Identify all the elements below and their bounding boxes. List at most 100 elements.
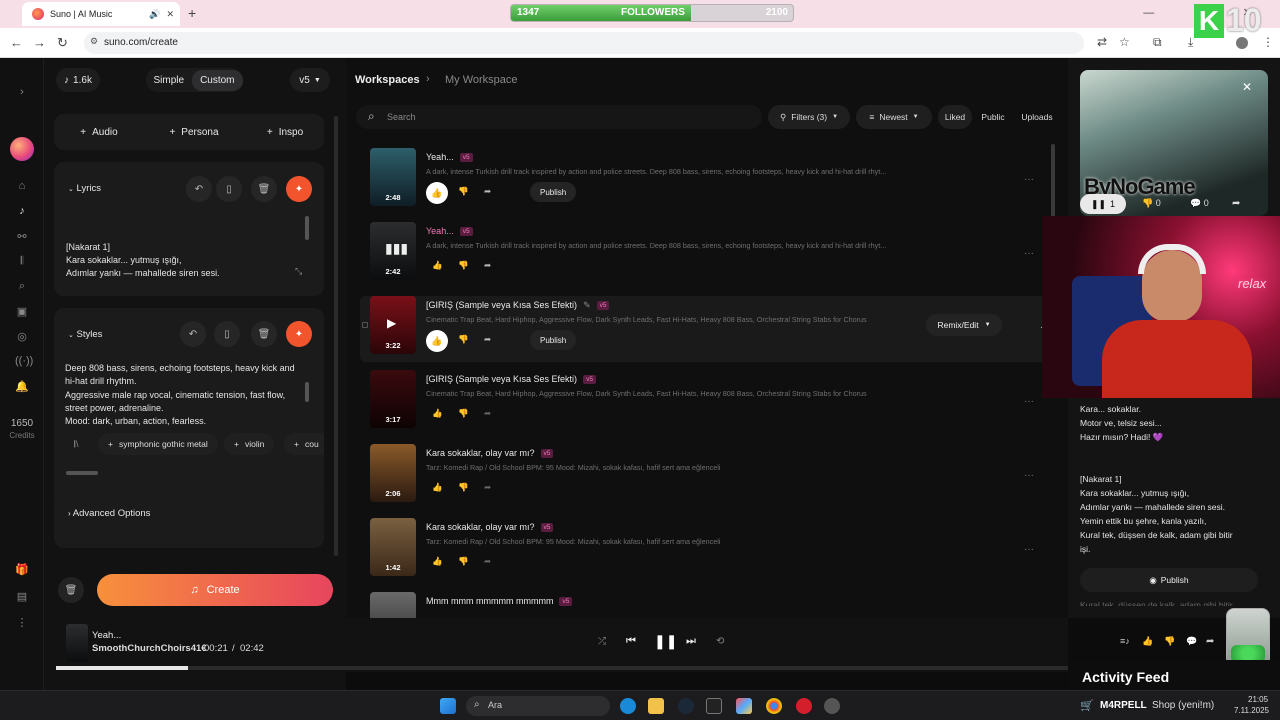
like-icon[interactable]: 👍 bbox=[432, 408, 443, 419]
trash-icon[interactable]: 🗑 bbox=[251, 321, 277, 347]
expand-icon[interactable]: ⤡ bbox=[295, 265, 302, 279]
browser-tab[interactable]: Suno | AI Music 🔊 ✕ bbox=[22, 2, 180, 26]
song-cover[interactable]: 1:42 bbox=[370, 518, 416, 576]
copy-icon[interactable]: ▯ bbox=[214, 321, 240, 347]
more-options-icon[interactable]: ··· bbox=[1018, 246, 1040, 264]
magic-wand-icon[interactable]: ✦ bbox=[286, 321, 312, 347]
extensions-icon[interactable]: ⧉ bbox=[1153, 35, 1162, 50]
taskbar-search[interactable]: ⌕ Ara bbox=[466, 696, 610, 716]
studio-icon[interactable]: ⚯ bbox=[15, 230, 29, 244]
play-icon[interactable]: ▶ bbox=[387, 316, 396, 330]
style-line[interactable]: Aggressive male rap vocal, cinematic ten… bbox=[65, 389, 285, 403]
song-row[interactable]: Mmm mmm mmmmm mmmmm v5 bbox=[370, 592, 1050, 618]
share-icon[interactable]: ➦ bbox=[484, 260, 491, 271]
share-icon[interactable]: ➦ bbox=[484, 186, 491, 197]
chrome-icon[interactable] bbox=[766, 698, 782, 714]
copy-icon[interactable]: ▯ bbox=[216, 176, 242, 202]
explore-icon[interactable]: ◎ bbox=[15, 330, 29, 344]
notifications-bell-icon[interactable]: 🔔 bbox=[15, 380, 29, 394]
more-options-icon[interactable]: ··· bbox=[1018, 468, 1040, 486]
url-field[interactable]: ⚙ suno.com/create bbox=[84, 32, 1084, 54]
create-panel-scrollbar[interactable] bbox=[334, 116, 338, 556]
notes-icon[interactable]: ▤ bbox=[15, 590, 29, 604]
song-row[interactable]: 2:48 Yeah... v5 A dark, intense Turkish d… bbox=[370, 148, 1050, 214]
library-icon[interactable]: 𝄃 bbox=[15, 255, 29, 269]
mode-custom-tab[interactable]: Custom bbox=[192, 69, 243, 91]
create-music-icon[interactable]: ♪ bbox=[15, 205, 29, 219]
undo-icon[interactable]: ↶ bbox=[186, 176, 212, 202]
shuffle-icon[interactable]: ⤮ bbox=[598, 636, 606, 647]
add-audio-button[interactable]: + Audio bbox=[64, 120, 134, 144]
more-options-icon[interactable]: ··· bbox=[1018, 394, 1040, 412]
steam-icon[interactable] bbox=[678, 698, 694, 714]
download-icon[interactable]: ⤓ bbox=[1188, 35, 1193, 50]
windows-start-icon[interactable] bbox=[440, 698, 456, 714]
song-cover[interactable]: 2:06 bbox=[370, 444, 416, 502]
style-line[interactable]: hi-hat drill rhythm. bbox=[65, 375, 137, 389]
share-icon[interactable]: ➦ bbox=[1206, 636, 1214, 647]
opera-icon[interactable] bbox=[796, 698, 812, 714]
mode-simple-tab[interactable]: Simple bbox=[145, 70, 192, 91]
dislike-count[interactable]: 👎 0 bbox=[1142, 198, 1161, 209]
select-checkbox[interactable] bbox=[362, 322, 368, 328]
player-artist[interactable]: SmoothChurchChoirs41€ bbox=[92, 643, 207, 654]
detail-publish-button[interactable]: ◉ Publish bbox=[1080, 568, 1258, 592]
next-icon[interactable]: ⏭ bbox=[686, 635, 696, 648]
dislike-icon[interactable]: 👎 bbox=[458, 482, 469, 493]
epic-games-icon[interactable] bbox=[706, 698, 722, 714]
style-line[interactable]: street power, adrenaline. bbox=[65, 402, 164, 416]
edit-pencil-icon[interactable]: ✎ bbox=[583, 300, 591, 310]
song-title[interactable]: Mmm mmm mmmmm mmmmm v5 bbox=[426, 596, 573, 606]
song-cover[interactable]: ▮▮▮ 2:42 bbox=[370, 222, 416, 280]
more-vertical-icon[interactable]: ⋮ bbox=[15, 616, 29, 630]
previous-icon[interactable]: ⏮ bbox=[626, 635, 636, 648]
home-icon[interactable]: ⌂ bbox=[15, 180, 29, 194]
add-inspo-button[interactable]: + Inspo bbox=[250, 120, 320, 144]
style-tag[interactable]: + violin bbox=[224, 433, 275, 455]
speaker-icon[interactable]: 🔊 bbox=[149, 9, 160, 20]
song-row[interactable]: ▮▮▮ 2:42 Yeah... v5 A dark, intense Turkis… bbox=[370, 222, 1050, 288]
song-row[interactable]: ▶ 3:22 [GIRIŞ (Sample veya Kısa Ses Efekt… bbox=[360, 296, 1060, 362]
player-title[interactable]: Yeah... bbox=[92, 630, 121, 641]
liked-filter[interactable]: Liked bbox=[938, 105, 972, 129]
share-icon[interactable]: ➦ bbox=[484, 556, 491, 567]
song-cover[interactable] bbox=[370, 592, 416, 618]
hooks-icon[interactable]: ▣ bbox=[15, 305, 29, 319]
dislike-icon[interactable]: 👎 bbox=[458, 334, 469, 345]
song-title[interactable]: Kara sokaklar, olay var mı? v5 bbox=[426, 522, 554, 532]
search-icon[interactable]: ⌕ bbox=[15, 280, 29, 294]
dislike-icon[interactable]: 👎 bbox=[458, 556, 469, 567]
queue-icon[interactable]: ≡♪ bbox=[1120, 636, 1130, 646]
uploads-filter[interactable]: Uploads bbox=[1016, 105, 1058, 129]
magic-wand-icon[interactable]: ✦ bbox=[286, 176, 312, 202]
share-icon[interactable]: ➦ bbox=[484, 334, 491, 345]
breadcrumb-workspaces[interactable]: Workspaces bbox=[355, 74, 420, 86]
styles-header[interactable]: ⌄ Styles bbox=[68, 328, 102, 343]
publish-button[interactable]: Publish bbox=[530, 182, 577, 202]
reload-icon[interactable]: ↻ bbox=[57, 35, 68, 51]
bookmark-star-icon[interactable]: ☆ bbox=[1119, 35, 1130, 49]
dislike-icon[interactable]: 👎 bbox=[1164, 636, 1175, 647]
style-tag[interactable]: + symphonic gothic metal bbox=[98, 433, 218, 455]
song-row[interactable]: 3:17 [GIRIŞ (Sample veya Kısa Ses Efekti… bbox=[370, 370, 1050, 436]
song-cover[interactable]: ▶ 3:22 bbox=[370, 296, 416, 354]
like-icon[interactable]: 👍 bbox=[432, 260, 443, 271]
obs-icon[interactable] bbox=[824, 698, 840, 714]
style-line[interactable]: Deep 808 bass, sirens, echoing footsteps… bbox=[65, 362, 295, 376]
more-options-icon[interactable]: ··· bbox=[1018, 172, 1040, 190]
lyrics-header[interactable]: ⌄ Lyrics bbox=[68, 182, 101, 197]
lyrics-line[interactable]: Kara sokaklar... yutmuş ışığı, bbox=[66, 254, 182, 268]
player-cover[interactable] bbox=[66, 624, 88, 662]
share-icon[interactable]: ➦ bbox=[1232, 198, 1240, 209]
expand-sidebar-icon[interactable]: › bbox=[15, 86, 29, 100]
new-tab-button[interactable]: + bbox=[188, 5, 196, 21]
song-row[interactable]: 1:42 Kara sokaklar, olay var mı? v5 Tarz:… bbox=[370, 518, 1050, 584]
song-cover[interactable]: 2:48 bbox=[370, 148, 416, 206]
lyrics-line[interactable]: [Nakarat 1] bbox=[66, 241, 110, 255]
repeat-icon[interactable]: ⟲ bbox=[716, 636, 724, 647]
like-icon[interactable]: 👍 bbox=[432, 482, 443, 493]
sort-button[interactable]: ≡ Newest ▼ bbox=[856, 105, 932, 129]
comment-count[interactable]: 💬 0 bbox=[1190, 198, 1209, 209]
close-tab-icon[interactable]: ✕ bbox=[166, 9, 174, 20]
close-icon[interactable]: ✕ bbox=[1242, 80, 1252, 94]
